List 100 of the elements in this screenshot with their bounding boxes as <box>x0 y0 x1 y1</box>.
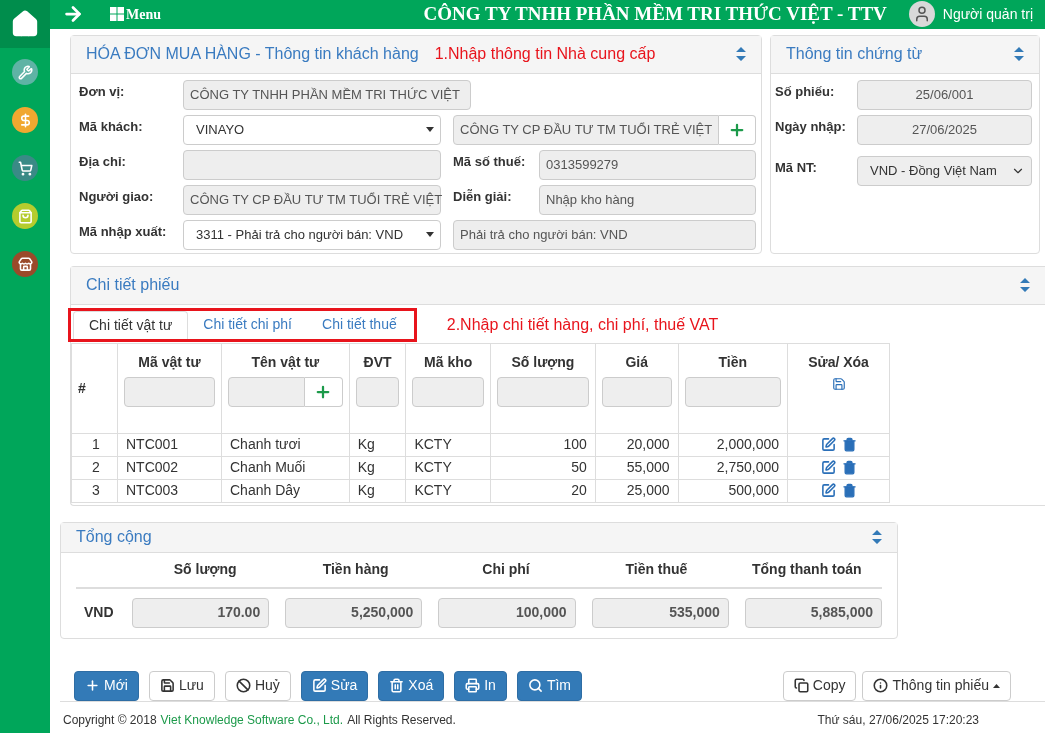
annotation-note: 1.Nhập thông tin Nhà cung cấp <box>434 44 656 64</box>
filter-field[interactable] <box>601 376 672 407</box>
sort-icon[interactable] <box>872 530 882 544</box>
copyright-text: Copyright © 2018 <box>63 712 157 729</box>
printer-icon <box>465 678 481 693</box>
select-field[interactable]: VND - Đồng Việt Nam <box>857 155 1032 186</box>
toolbar-button[interactable]: Copy <box>782 670 857 701</box>
readonly-field[interactable] <box>183 149 441 180</box>
table-cell: KCTY <box>405 433 491 456</box>
save-icon[interactable] <box>831 376 846 391</box>
column-header: Tiền hàng <box>321 560 390 579</box>
column-header: Tiền thuế <box>624 560 689 579</box>
total-field[interactable]: 5,885,000 <box>744 597 882 628</box>
table-cell: 100 <box>490 433 596 456</box>
add-button[interactable] <box>719 114 756 145</box>
table-cell: 2 <box>71 456 118 479</box>
ban-icon <box>235 678 251 693</box>
caret-icon <box>426 127 434 132</box>
field-label: Mã số thuế: <box>453 152 527 171</box>
column-header: Giá <box>625 352 648 372</box>
readonly-field[interactable]: CÔNG TY TNHH PHẦN MỀM TRI THỨC VIỆT <box>183 79 471 110</box>
table-cell: NTC002 <box>117 456 222 479</box>
toolbar-button[interactable]: Huỷ <box>224 670 291 701</box>
table-cell: NTC003 <box>117 479 222 502</box>
sort-icon[interactable] <box>1014 47 1024 61</box>
trash-icon[interactable] <box>841 483 857 498</box>
toolbar-button[interactable]: Lưu <box>148 670 215 701</box>
table-cell: 20 <box>490 479 596 502</box>
toolbar-button[interactable]: In <box>454 670 507 701</box>
avatar-icon <box>908 1 935 28</box>
panel-title: Thông tin chứng từ <box>786 44 923 64</box>
caret-icon <box>993 683 1000 688</box>
field-label: Mã khách: <box>79 117 144 136</box>
filter-field[interactable] <box>684 376 782 407</box>
column-header: Tổng thanh toán <box>751 560 863 579</box>
sidebar-item[interactable] <box>0 0 50 48</box>
tools-icon <box>12 59 38 85</box>
filter-field[interactable] <box>497 376 589 407</box>
column-header: ĐVT <box>363 352 392 372</box>
total-field[interactable]: 5,250,000 <box>285 597 423 628</box>
edit-icon[interactable] <box>820 460 836 475</box>
add-button[interactable] <box>304 376 343 407</box>
total-field[interactable]: 535,000 <box>591 597 729 628</box>
field-label: Địa chỉ: <box>79 152 127 171</box>
toolbar-button[interactable]: Tìm <box>516 670 583 701</box>
field-label: Mã nhập xuất: <box>79 222 168 241</box>
tab[interactable]: Chi tiết thuế <box>307 310 412 339</box>
trash-icon[interactable] <box>841 437 857 452</box>
trash-icon[interactable] <box>841 460 857 475</box>
table-cell: 50 <box>490 456 596 479</box>
readonly-field[interactable]: 0313599279 <box>539 149 756 180</box>
tab[interactable]: Chi tiết vật tư <box>73 310 189 339</box>
toolbar-button[interactable]: Sửa <box>300 670 369 701</box>
table-cell: 1 <box>71 433 118 456</box>
company-link[interactable]: Viet Knowledge Software Co., Ltd. <box>160 711 344 729</box>
readonly-field[interactable]: Phải trả cho người bán: VND <box>453 219 756 250</box>
table-cell: Kg <box>349 456 406 479</box>
readonly-field[interactable]: CÔNG TY CP ĐẦU TƯ TM TUỔI TRẺ VIỆT <box>453 114 720 145</box>
store-icon <box>12 251 38 277</box>
column-header: Tên vật tư <box>251 352 320 372</box>
table-cell: 20,000 <box>595 433 678 456</box>
edit-icon[interactable] <box>820 437 836 452</box>
field-label: Ngày nhập: <box>775 117 847 136</box>
filter-field[interactable] <box>355 376 400 407</box>
table-cell: 3 <box>71 479 118 502</box>
field-label: Đơn vị: <box>79 82 126 101</box>
cart-icon <box>12 155 38 181</box>
datetime-text: Thứ sáu, 27/06/2025 17:20:23 <box>817 712 979 729</box>
readonly-field[interactable]: Nhập kho hàng <box>539 184 756 215</box>
caret-icon <box>426 232 434 237</box>
total-field[interactable]: 100,000 <box>438 597 576 628</box>
sort-icon[interactable] <box>1020 278 1030 292</box>
tab[interactable]: Chi tiết chi phí <box>188 310 307 339</box>
edit-icon[interactable] <box>820 483 836 498</box>
table-cell: Chanh Muối <box>221 456 350 479</box>
panel-title: HÓA ĐƠN MUA HÀNG - Thông tin khách hàng <box>86 43 419 64</box>
edit-icon <box>311 678 327 693</box>
grid-icon <box>110 7 124 22</box>
table-cell: 500,000 <box>678 479 788 502</box>
readonly-field[interactable]: CÔNG TY CP ĐẦU TƯ TM TUỔI TRẺ VIỆT <box>183 184 441 215</box>
filter-field[interactable] <box>228 376 305 407</box>
toolbar-button[interactable]: Thông tin phiếu <box>862 670 1011 701</box>
bag-icon <box>12 203 38 229</box>
toolbar-button[interactable]: Mới <box>74 670 139 701</box>
filter-field[interactable] <box>412 376 485 407</box>
sort-icon[interactable] <box>736 47 746 61</box>
column-header: # <box>78 378 86 398</box>
field-label: Số phiếu: <box>775 82 836 101</box>
readonly-field[interactable]: 25/06/001 <box>857 79 1032 110</box>
info-icon <box>873 678 889 693</box>
filter-field[interactable] <box>124 376 215 407</box>
home-icon <box>10 9 40 39</box>
select-field[interactable]: 3311 - Phải trả cho người bán: VND <box>183 219 441 250</box>
total-field[interactable]: 170.00 <box>132 597 270 628</box>
toolbar-button[interactable]: Xoá <box>378 670 445 701</box>
readonly-field[interactable]: 27/06/2025 <box>857 114 1032 145</box>
column-header: Chi phí <box>481 560 531 579</box>
annotation-note: 2.Nhập chi tiết hàng, chi phí, thuế VAT <box>446 314 719 335</box>
select-field[interactable]: VINAYO <box>183 114 441 145</box>
column-header: Sửa/ Xóa <box>808 352 869 372</box>
